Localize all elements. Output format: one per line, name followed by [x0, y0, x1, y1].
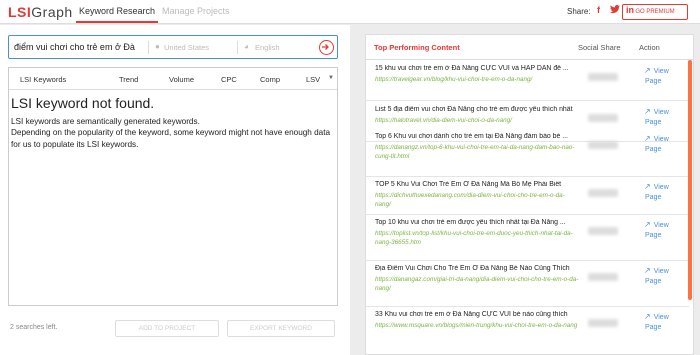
view-label: View — [653, 184, 669, 191]
keyword-panel: điểm vui chơi cho trẻ em ở Đà ● United S… — [0, 25, 350, 355]
page-label: Page — [645, 232, 662, 239]
top-content-title: Top Performing Content — [374, 43, 460, 52]
social-share-count — [588, 227, 618, 235]
social-share-count — [588, 273, 618, 281]
tab-manage-projects[interactable]: Manage Projects — [162, 6, 230, 16]
twitter-icon[interactable] — [610, 5, 620, 16]
arrow-right-icon — [322, 44, 329, 50]
result-row: Địa Điểm Vui Chơi Cho Trẻ Em Ở Đà Nẵng B… — [366, 261, 689, 307]
col-volume[interactable]: Volume — [169, 75, 194, 84]
page-label: Page — [645, 324, 662, 331]
searches-left-text: 2 searches left. — [10, 324, 58, 331]
col-lsi-keywords[interactable]: LSI Keywords — [20, 75, 66, 84]
export-keyword-button[interactable]: EXPORT KEYWORD — [227, 320, 335, 337]
external-link-icon: ↗ — [644, 220, 651, 229]
result-title[interactable]: Top 10 khu vui chơi trẻ em được yêu thíc… — [375, 219, 580, 226]
view-page-link[interactable]: ↗ View Page — [644, 66, 669, 87]
view-label: View — [653, 68, 669, 75]
keyword-input[interactable]: điểm vui chơi cho trẻ em ở Đà — [14, 42, 144, 52]
not-found-message: LSI keywords are semantically generated … — [11, 116, 331, 150]
result-title[interactable]: TOP 5 Khu Vui Chơi Trẻ Em Ở Đà Nẵng Mà B… — [375, 181, 580, 188]
result-row: 15 khu vui chơi trẻ em ở Đà Nẵng CỰC VUI… — [366, 61, 689, 101]
page-label: Page — [645, 194, 662, 201]
col-lsv[interactable]: LSV — [306, 75, 320, 84]
view-label: View — [653, 268, 669, 275]
page-label: Page — [645, 278, 662, 285]
external-link-icon: ↗ — [644, 182, 651, 191]
result-title[interactable]: Địa Điểm Vui Chơi Cho Trẻ Em Ở Đà Nẵng B… — [375, 265, 580, 272]
not-found-heading: LSI keyword not found. — [11, 95, 155, 111]
result-url[interactable]: https://toplist.vn/top-list/khu-vui-choi… — [375, 230, 580, 247]
col-cpc[interactable]: CPC — [221, 75, 237, 84]
globe-icon: ◕ — [244, 42, 249, 51]
page-label: Page — [645, 146, 662, 153]
result-url[interactable]: https://halotravel.vn/dia-diem-vui-choi-… — [375, 117, 580, 126]
chevron-down-icon[interactable]: ▼ — [328, 75, 334, 81]
result-title[interactable]: List 5 địa điểm vui chơi Đà Nẵng cho trẻ… — [375, 106, 580, 113]
divider — [366, 59, 693, 60]
view-page-link[interactable]: ↗ View Page — [644, 107, 669, 128]
external-link-icon: ↗ — [644, 312, 651, 321]
result-url[interactable]: https://travelgear.vn/blog/khu-vui-choi-… — [375, 76, 580, 85]
logo-graph: Graph — [31, 4, 73, 20]
social-share-count — [588, 114, 618, 122]
divider — [237, 41, 238, 54]
top-bar: LSIGraph Keyword Research Manage Project… — [0, 0, 700, 24]
col-social-share: Social Share — [578, 43, 621, 52]
result-url[interactable]: https://www.msquare.vn/blogs/mien-trung/… — [375, 322, 580, 331]
language-select[interactable]: English — [255, 43, 280, 52]
add-to-project-button[interactable]: ADD TO PROJECT — [115, 320, 219, 337]
view-page-link[interactable]: ↗ View Page — [644, 266, 669, 287]
col-trend[interactable]: Trend — [119, 75, 138, 84]
view-page-link[interactable]: ↗ View Page — [644, 312, 669, 333]
tab-keyword-research[interactable]: Keyword Research — [75, 6, 159, 23]
social-share-count — [588, 141, 618, 149]
logo-lsi: LSI — [8, 4, 32, 20]
view-label: View — [653, 222, 669, 229]
result-url[interactable]: https://danangaz.com/giai-tri-da-nang/di… — [375, 276, 580, 293]
share-label: Share: — [567, 7, 591, 16]
social-share-count — [588, 73, 618, 81]
lsi-keywords-table: LSI Keywords Trend Volume CPC Comp LSV ▼… — [8, 67, 338, 306]
result-title[interactable]: 33 Khu vui chơi trẻ em ở Đà Nẵng CỰC VUI… — [375, 311, 580, 318]
social-share-count — [588, 189, 618, 197]
divider — [148, 41, 149, 54]
page-label: Page — [645, 119, 662, 126]
view-label: View — [653, 136, 669, 143]
top-content-panel: Top Performing Content Social Share Acti… — [365, 34, 694, 355]
col-action: Action — [639, 43, 660, 52]
result-row: Top 10 khu vui chơi trẻ em được yêu thíc… — [366, 215, 689, 261]
external-link-icon: ↗ — [644, 107, 651, 116]
result-url[interactable]: https://dichvuthuexedanang.com/dia-diem-… — [375, 192, 580, 209]
divider — [9, 89, 337, 90]
external-link-icon: ↗ — [644, 266, 651, 275]
not-found-line-2: Depending on the popularity of the keywo… — [11, 128, 331, 149]
view-label: View — [653, 109, 669, 116]
page-label: Page — [645, 78, 662, 85]
result-row: TOP 5 Khu Vui Chơi Trẻ Em Ở Đà Nẵng Mà B… — [366, 177, 689, 215]
view-page-link[interactable]: ↗ View Page — [644, 134, 669, 155]
results-scrollbar[interactable] — [688, 60, 692, 300]
result-title[interactable]: 15 khu vui chơi trẻ em ở Đà Nẵng CỰC VUI… — [375, 65, 580, 72]
external-link-icon: ↗ — [644, 134, 651, 143]
social-share-count — [588, 319, 618, 327]
result-url[interactable]: https://danangz.vn/top-6-khu-vui-choi-tr… — [375, 144, 580, 161]
search-submit-button[interactable] — [319, 40, 334, 55]
external-link-icon: ↗ — [644, 66, 651, 75]
lsigraph-logo[interactable]: LSIGraph — [8, 4, 73, 20]
view-page-link[interactable]: ↗ View Page — [644, 182, 669, 203]
view-label: View — [653, 314, 669, 321]
not-found-line-1: LSI keywords are semantically generated … — [11, 117, 200, 126]
result-row: Top 6 Khu vui chơi dành cho trẻ em tại Đ… — [366, 129, 689, 177]
location-pin-icon: ● — [155, 42, 160, 51]
go-premium-button[interactable]: GO PREMIUM — [622, 4, 688, 20]
search-bar: điểm vui chơi cho trẻ em ở Đà ● United S… — [8, 35, 338, 59]
col-comp[interactable]: Comp — [260, 75, 280, 84]
result-row: 33 Khu vui chơi trẻ em ở Đà Nẵng CỰC VUI… — [366, 307, 689, 353]
result-title[interactable]: Top 6 Khu vui chơi dành cho trẻ em tại Đ… — [375, 133, 580, 140]
facebook-icon[interactable]: f — [597, 5, 600, 15]
location-select[interactable]: United States — [164, 43, 209, 52]
view-page-link[interactable]: ↗ View Page — [644, 220, 669, 241]
